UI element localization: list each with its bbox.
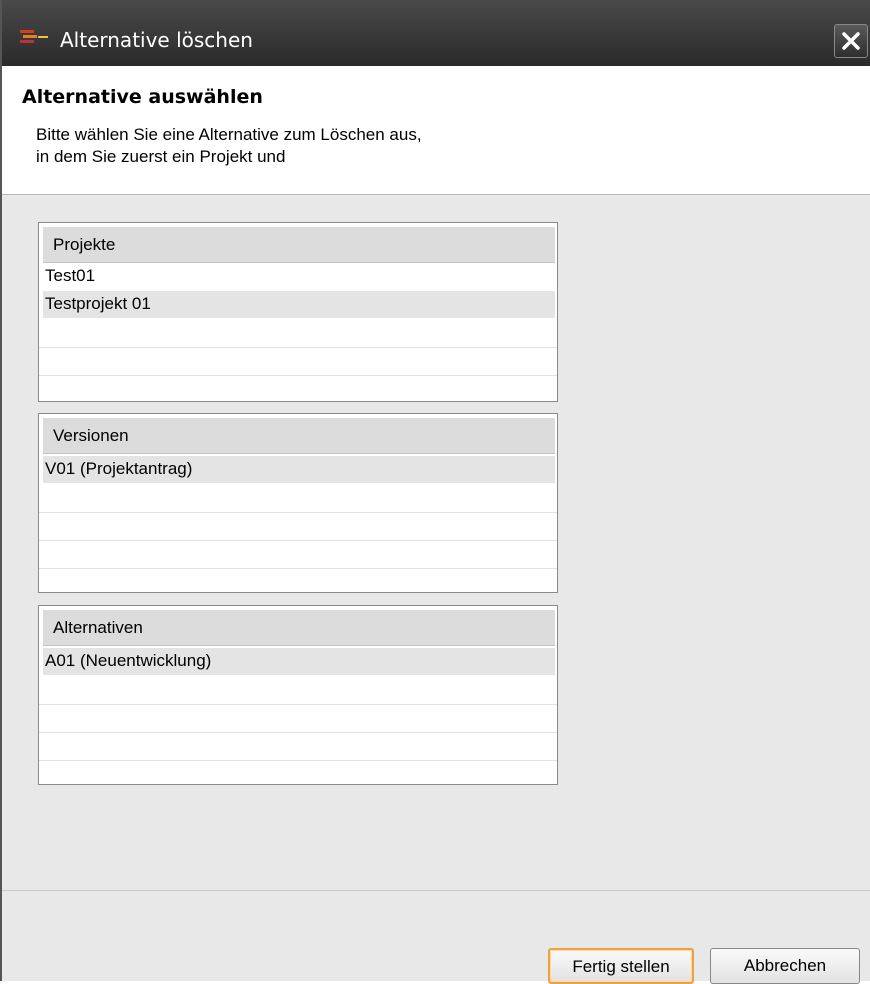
table-row-selected[interactable]: Testprojekt 01 bbox=[43, 291, 555, 318]
row-label: A01 (Neuentwicklung) bbox=[45, 651, 212, 670]
row-label: Test01 bbox=[45, 266, 96, 285]
row-divider bbox=[39, 540, 557, 541]
alternatives-table[interactable]: Alternativen A01 (Neuentwicklung) bbox=[38, 605, 558, 785]
wizard-header: Alternative auswählen Bitte wählen Sie e… bbox=[2, 66, 870, 195]
row-divider bbox=[39, 512, 557, 513]
close-button[interactable] bbox=[834, 24, 868, 58]
dialog-window: Alternative löschen Alternative auswähle… bbox=[0, 0, 870, 984]
page-description: Bitte wählen Sie eine Alternative zum Lö… bbox=[36, 124, 422, 168]
description-line: in dem Sie zuerst ein Projekt und bbox=[36, 147, 286, 166]
versions-table[interactable]: Versionen V01 (Projektantrag) bbox=[38, 413, 558, 593]
projects-table[interactable]: Projekte Test01 Testprojekt 01 bbox=[38, 222, 558, 402]
cancel-button[interactable]: Abbrechen bbox=[710, 948, 860, 984]
row-divider bbox=[39, 704, 557, 705]
app-bars-icon bbox=[20, 28, 50, 46]
description-line: Bitte wählen Sie eine Alternative zum Lö… bbox=[36, 125, 422, 144]
projects-column-header[interactable]: Projekte bbox=[43, 227, 555, 263]
window-title: Alternative löschen bbox=[60, 28, 253, 52]
page-title: Alternative auswählen bbox=[22, 86, 263, 108]
close-icon bbox=[842, 32, 860, 50]
row-divider bbox=[39, 347, 557, 348]
table-row-selected[interactable]: A01 (Neuentwicklung) bbox=[43, 648, 555, 675]
row-label: Testprojekt 01 bbox=[45, 294, 151, 313]
finish-button[interactable]: Fertig stellen bbox=[548, 948, 694, 984]
title-bar[interactable]: Alternative löschen bbox=[2, 0, 870, 66]
row-divider bbox=[39, 375, 557, 376]
row-divider bbox=[39, 732, 557, 733]
versions-column-header[interactable]: Versionen bbox=[43, 418, 555, 454]
alternatives-header-label: Alternativen bbox=[53, 618, 143, 637]
row-divider bbox=[39, 760, 557, 761]
table-row-selected[interactable]: V01 (Projektantrag) bbox=[43, 456, 555, 483]
projects-header-label: Projekte bbox=[53, 235, 116, 254]
versions-header-label: Versionen bbox=[53, 426, 129, 445]
row-label: V01 (Projektantrag) bbox=[45, 459, 193, 478]
footer-divider bbox=[2, 890, 870, 891]
alternatives-column-header[interactable]: Alternativen bbox=[43, 610, 555, 646]
table-row[interactable]: Test01 bbox=[43, 263, 555, 290]
row-divider bbox=[39, 568, 557, 569]
